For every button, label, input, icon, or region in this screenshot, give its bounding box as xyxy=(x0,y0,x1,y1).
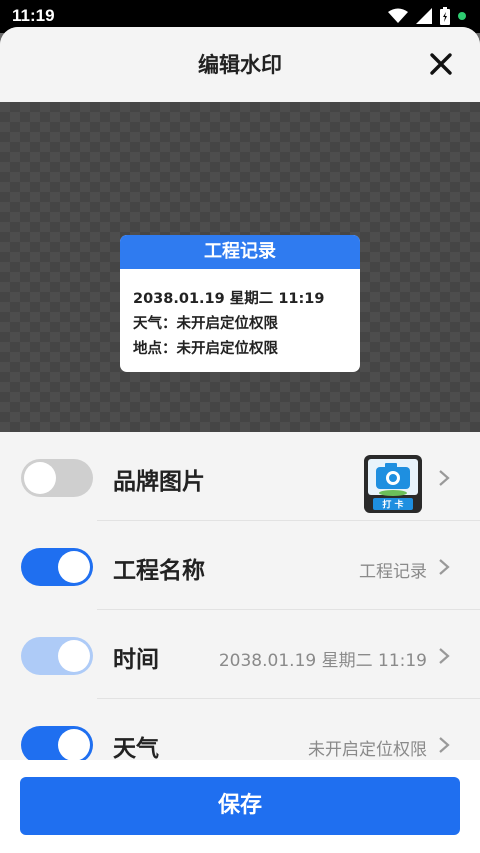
setting-value: 工程记录 xyxy=(359,562,427,582)
setting-row-brand-image[interactable]: 品牌图片 打 卡 xyxy=(0,432,480,521)
setting-label: 天气 xyxy=(113,736,159,762)
brand-image-toggle[interactable] xyxy=(21,459,93,497)
close-icon[interactable] xyxy=(428,51,454,77)
watermark-time-line: 2038.01.19 星期二 11:19 xyxy=(133,291,325,307)
sheet-footer: 保存 xyxy=(0,760,480,853)
watermark-location-line: 地点：未开启定位权限 xyxy=(133,341,278,357)
save-button[interactable]: 保存 xyxy=(20,777,460,835)
status-time: 11:19 xyxy=(12,6,55,25)
setting-row-time[interactable]: 时间 2038.01.19 星期二 11:19 xyxy=(0,610,480,699)
brand-image-thumbnail[interactable]: 打 卡 xyxy=(364,455,422,513)
chevron-right-icon xyxy=(439,648,450,664)
time-toggle[interactable] xyxy=(21,637,93,675)
chevron-right-icon xyxy=(439,470,450,486)
setting-row-project-name[interactable]: 工程名称 工程记录 xyxy=(0,521,480,610)
battery-icon xyxy=(440,7,450,25)
watermark-body: 2038.01.19 星期二 11:19 天气：未开启定位权限 地点：未开启定位… xyxy=(120,269,360,362)
weather-toggle[interactable] xyxy=(21,726,93,764)
watermark-weather-line: 天气：未开启定位权限 xyxy=(133,316,278,332)
setting-label: 工程名称 xyxy=(113,558,205,584)
edit-watermark-sheet: 编辑水印 工程记录 2038.01.19 星期二 11:19 天气：未开启定位权… xyxy=(0,27,480,853)
watermark-preview: 工程记录 2038.01.19 星期二 11:19 天气：未开启定位权限 地点：… xyxy=(0,102,480,432)
status-icons xyxy=(388,7,466,25)
notification-dot-icon xyxy=(458,12,466,20)
project-name-toggle[interactable] xyxy=(21,548,93,586)
signal-icon xyxy=(416,8,432,24)
camera-icon: 打 卡 xyxy=(368,459,418,511)
setting-label: 品牌图片 xyxy=(113,469,205,495)
chevron-right-icon xyxy=(439,559,450,575)
settings-list: 品牌图片 打 卡 工程名称 工程记录 时间 2038.01.19 星期二 11:… xyxy=(0,432,480,764)
page-title: 编辑水印 xyxy=(198,53,282,77)
setting-value: 未开启定位权限 xyxy=(308,740,427,760)
setting-label: 时间 xyxy=(113,647,159,673)
brand-badge-text: 打 卡 xyxy=(382,499,403,511)
setting-value: 2038.01.19 星期二 11:19 xyxy=(218,651,427,671)
sheet-header: 编辑水印 xyxy=(0,27,480,102)
watermark-title: 工程记录 xyxy=(120,235,360,269)
chevron-right-icon xyxy=(439,737,450,753)
wifi-icon xyxy=(388,8,408,23)
watermark-card[interactable]: 工程记录 2038.01.19 星期二 11:19 天气：未开启定位权限 地点：… xyxy=(120,235,360,372)
